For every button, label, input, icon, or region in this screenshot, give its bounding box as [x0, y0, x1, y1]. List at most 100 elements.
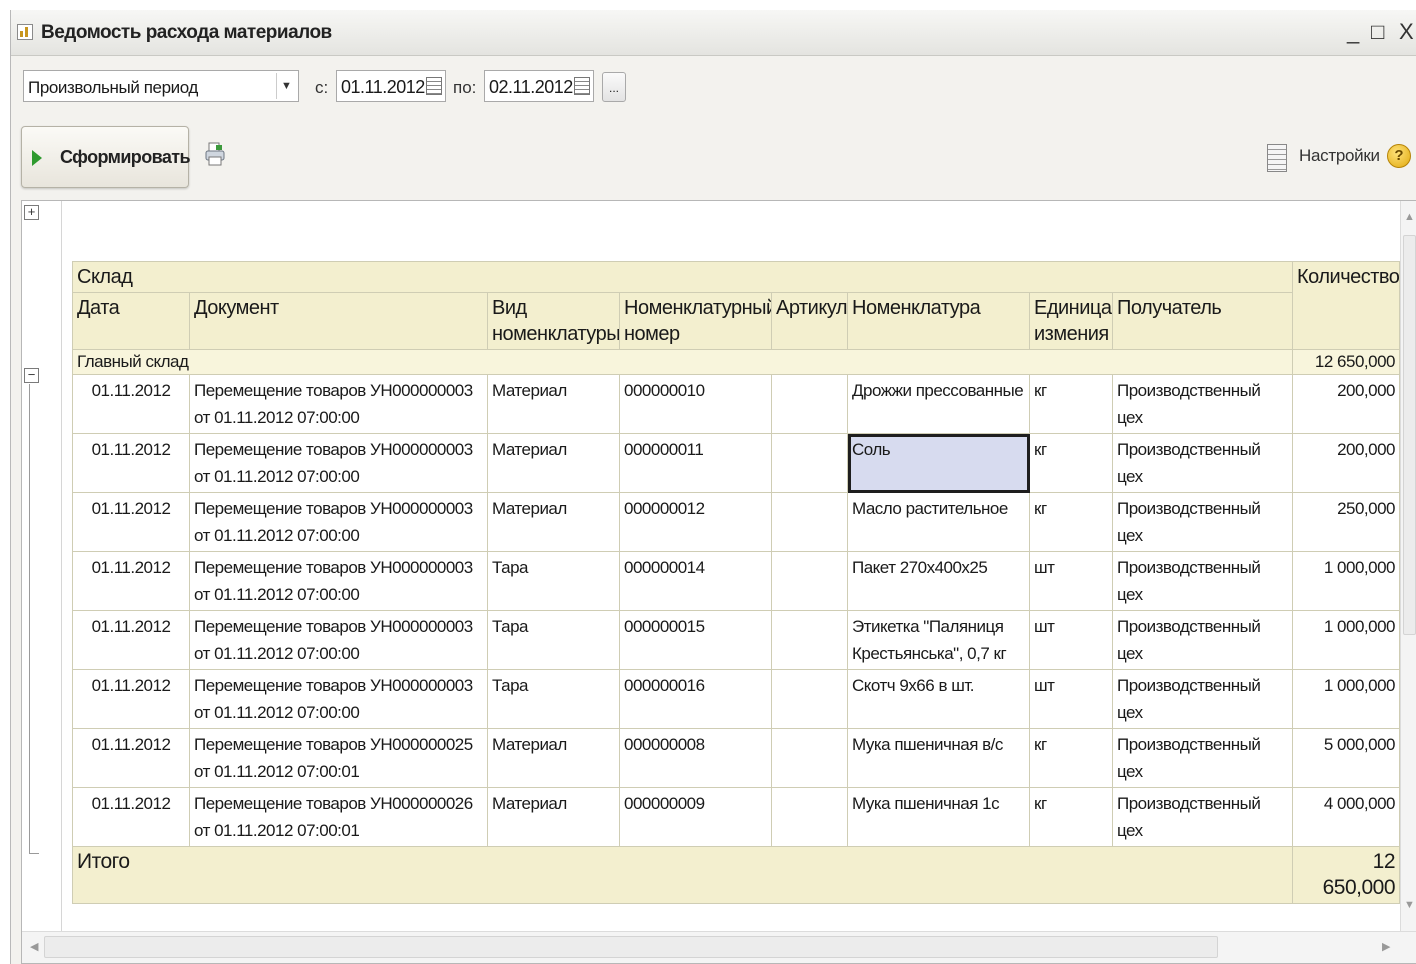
- group-row[interactable]: Главный склад 12 650,000: [71, 349, 1401, 375]
- cell-recipient[interactable]: Производственный цех: [1111, 610, 1294, 670]
- cell-kind[interactable]: Материал: [487, 728, 620, 788]
- generate-button[interactable]: Сформировать: [21, 126, 191, 188]
- cell-item[interactable]: Мука пшеничная в/с: [847, 728, 1030, 788]
- cell-date[interactable]: 01.11.2012: [72, 610, 190, 670]
- cell-date[interactable]: 01.11.2012: [72, 433, 190, 493]
- maximize-button[interactable]: □: [1371, 19, 1384, 45]
- cell-quantity[interactable]: 1 000,000: [1292, 610, 1401, 670]
- cell-document[interactable]: Перемещение товаров УН000000025 от 01.11…: [189, 728, 488, 788]
- scroll-up-icon[interactable]: ▲: [1404, 211, 1415, 223]
- cell-unit[interactable]: шт: [1029, 610, 1113, 670]
- help-icon[interactable]: ?: [1387, 144, 1411, 168]
- scroll-down-icon[interactable]: ▼: [1404, 899, 1415, 911]
- vertical-scrollbar[interactable]: ▲ ▼: [1400, 201, 1416, 931]
- choose-period-button[interactable]: ...: [602, 72, 626, 102]
- cell-article[interactable]: [771, 669, 848, 729]
- cell-unit[interactable]: шт: [1029, 551, 1113, 611]
- cell-kind[interactable]: Тара: [487, 610, 620, 670]
- cell-item[interactable]: Пакет 270х400х25: [847, 551, 1030, 611]
- cell-code[interactable]: 000000012: [619, 492, 772, 552]
- cell-unit[interactable]: кг: [1029, 433, 1113, 493]
- cell-date[interactable]: 01.11.2012: [72, 728, 190, 788]
- cell-recipient[interactable]: Производственный цех: [1111, 374, 1294, 434]
- cell-article[interactable]: [771, 374, 848, 434]
- cell-kind[interactable]: Материал: [487, 492, 620, 552]
- cell-date[interactable]: 01.11.2012: [72, 669, 190, 729]
- cell-date[interactable]: 01.11.2012: [72, 374, 190, 434]
- cell-article[interactable]: [771, 551, 848, 611]
- cell-article[interactable]: [771, 492, 848, 552]
- cell-code[interactable]: 000000008: [619, 728, 772, 788]
- date-to-field[interactable]: 02.11.2012: [484, 70, 594, 102]
- cell-recipient[interactable]: Производственный цех: [1111, 492, 1294, 552]
- cell-document[interactable]: Перемещение товаров УН000000026 от 01.11…: [189, 787, 488, 847]
- cell-quantity[interactable]: 200,000: [1292, 374, 1401, 434]
- print-icon[interactable]: [205, 142, 225, 166]
- cell-quantity[interactable]: 250,000: [1292, 492, 1401, 552]
- cell-code[interactable]: 000000014: [619, 551, 772, 611]
- total-row[interactable]: Итого 12 650,000: [71, 846, 1401, 904]
- cell-unit[interactable]: кг: [1029, 492, 1113, 552]
- cell-recipient[interactable]: Производственный цех: [1111, 669, 1294, 729]
- calendar-icon[interactable]: [426, 77, 442, 95]
- cell-code[interactable]: 000000010: [619, 374, 772, 434]
- cell-unit[interactable]: кг: [1029, 787, 1113, 847]
- cell-code[interactable]: 000000016: [619, 669, 772, 729]
- cell-document[interactable]: Перемещение товаров УН000000003 от 01.11…: [189, 610, 488, 670]
- table-row[interactable]: 01.11.2012 Перемещение товаров УН0000000…: [72, 433, 1401, 493]
- cell-quantity[interactable]: 1 000,000: [1292, 669, 1401, 729]
- cell-unit[interactable]: шт: [1029, 669, 1113, 729]
- scroll-right-icon[interactable]: ▶: [1382, 940, 1390, 953]
- table-row[interactable]: 01.11.2012 Перемещение товаров УН0000000…: [72, 787, 1401, 847]
- cell-recipient[interactable]: Производственный цех: [1111, 433, 1294, 493]
- cell-document[interactable]: Перемещение товаров УН000000003 от 01.11…: [189, 492, 488, 552]
- cell-quantity[interactable]: 4 000,000: [1292, 787, 1401, 847]
- cell-item[interactable]: Этикетка "Паляниця Крестьянська", 0,7 кг: [847, 610, 1030, 670]
- minimize-button[interactable]: _: [1347, 19, 1359, 45]
- cell-kind[interactable]: Материал: [487, 787, 620, 847]
- scroll-left-icon[interactable]: ◀: [30, 940, 38, 953]
- cell-document[interactable]: Перемещение товаров УН000000003 от 01.11…: [189, 669, 488, 729]
- dropdown-arrow-icon[interactable]: ▼: [276, 73, 296, 99]
- cell-recipient[interactable]: Производственный цех: [1111, 787, 1294, 847]
- horizontal-scroll-thumb[interactable]: [44, 936, 1218, 958]
- cell-recipient[interactable]: Производственный цех: [1111, 728, 1294, 788]
- cell-quantity[interactable]: 5 000,000: [1292, 728, 1401, 788]
- cell-article[interactable]: [771, 433, 848, 493]
- vertical-scroll-thumb[interactable]: [1403, 235, 1416, 635]
- cell-item[interactable]: Скотч 9х66 в шт.: [847, 669, 1030, 729]
- period-type-select[interactable]: Произвольный период ▼: [23, 70, 299, 102]
- cell-unit[interactable]: кг: [1029, 728, 1113, 788]
- expand-all-icon[interactable]: +: [24, 205, 39, 220]
- cell-article[interactable]: [771, 787, 848, 847]
- horizontal-scrollbar[interactable]: ◀ ▶: [22, 931, 1416, 963]
- calendar-icon[interactable]: [574, 77, 590, 95]
- cell-kind[interactable]: Материал: [487, 374, 620, 434]
- table-row[interactable]: 01.11.2012 Перемещение товаров УН0000000…: [72, 728, 1401, 788]
- cell-article[interactable]: [771, 728, 848, 788]
- cell-article[interactable]: [771, 610, 848, 670]
- cell-recipient[interactable]: Производственный цех: [1111, 551, 1294, 611]
- cell-kind[interactable]: Тара: [487, 551, 620, 611]
- table-row[interactable]: 01.11.2012 Перемещение товаров УН0000000…: [72, 669, 1401, 729]
- group-name[interactable]: Главный склад: [71, 349, 1294, 375]
- group-quantity[interactable]: 12 650,000: [1292, 349, 1401, 375]
- cell-quantity[interactable]: 200,000: [1292, 433, 1401, 493]
- table-row[interactable]: 01.11.2012 Перемещение товаров УН0000000…: [72, 492, 1401, 552]
- collapse-group-icon[interactable]: −: [24, 368, 39, 383]
- cell-date[interactable]: 01.11.2012: [72, 551, 190, 611]
- close-button[interactable]: X: [1399, 19, 1414, 45]
- cell-kind[interactable]: Материал: [487, 433, 620, 493]
- total-quantity[interactable]: 12 650,000: [1292, 846, 1401, 904]
- cell-date[interactable]: 01.11.2012: [72, 787, 190, 847]
- cell-code[interactable]: 000000015: [619, 610, 772, 670]
- total-label[interactable]: Итого: [71, 846, 1294, 904]
- table-row[interactable]: 01.11.2012 Перемещение товаров УН0000000…: [72, 374, 1401, 434]
- cell-date[interactable]: 01.11.2012: [72, 492, 190, 552]
- cell-code[interactable]: 000000009: [619, 787, 772, 847]
- cell-document[interactable]: Перемещение товаров УН000000003 от 01.11…: [189, 433, 488, 493]
- cell-item[interactable]: Дрожжи прессованные: [847, 374, 1030, 434]
- cell-quantity[interactable]: 1 000,000: [1292, 551, 1401, 611]
- date-from-field[interactable]: 01.11.2012: [336, 70, 446, 102]
- cell-document[interactable]: Перемещение товаров УН000000003 от 01.11…: [189, 551, 488, 611]
